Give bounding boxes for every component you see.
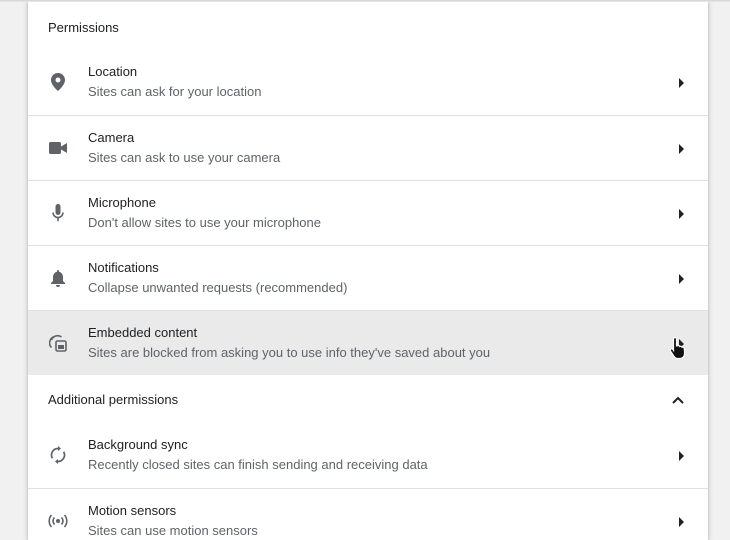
chevron-right-icon: [679, 144, 684, 154]
settings-card: Permissions Location Sites can ask for y…: [28, 0, 708, 540]
permission-row-location[interactable]: Location Sites can ask for your location: [28, 50, 708, 115]
microphone-icon: [48, 203, 68, 223]
permission-row-background-sync[interactable]: Background sync Recently closed sites ca…: [28, 423, 708, 488]
camera-icon: [48, 138, 68, 158]
additional-permissions-heading: Additional permissions: [48, 392, 179, 407]
permission-subtitle: Recently closed sites can finish sending…: [88, 457, 428, 472]
embedded-content-icon: [48, 333, 68, 353]
chevron-right-icon: [679, 274, 684, 284]
permission-row-motion-sensors[interactable]: Motion sensors Sites can use motion sens…: [28, 488, 708, 540]
additional-permissions-toggle[interactable]: Additional permissions: [28, 375, 708, 423]
permission-title: Background sync: [88, 437, 188, 452]
permission-row-microphone[interactable]: Microphone Don't allow sites to use your…: [28, 180, 708, 245]
sensors-icon: [48, 511, 68, 531]
chevron-right-icon: [679, 209, 684, 219]
permission-subtitle: Sites can ask to use your camera: [88, 150, 281, 165]
permission-row-camera[interactable]: Camera Sites can ask to use your camera: [28, 115, 708, 180]
bell-icon: [48, 268, 68, 288]
top-shadow-line: [0, 0, 730, 2]
location-pin-icon: [48, 72, 68, 92]
permission-subtitle: Sites can use motion sensors: [88, 523, 258, 538]
chevron-up-icon[interactable]: [670, 393, 686, 407]
permission-subtitle: Sites are blocked from asking you to use…: [88, 345, 491, 360]
permission-subtitle: Sites can ask for your location: [88, 84, 262, 99]
hand-cursor-icon: [669, 336, 686, 360]
permission-title: Motion sensors: [88, 503, 177, 518]
permission-subtitle: Collapse unwanted requests (recommended): [88, 280, 348, 295]
permission-title: Camera: [88, 130, 135, 145]
permission-row-embedded-content[interactable]: Embedded content Sites are blocked from …: [28, 310, 708, 375]
chevron-right-icon: [679, 78, 684, 88]
permissions-heading: Permissions: [48, 20, 119, 35]
permission-title: Microphone: [88, 195, 156, 210]
sync-icon: [48, 445, 68, 465]
permission-title: Notifications: [88, 260, 159, 275]
permission-title: Embedded content: [88, 325, 198, 340]
permission-subtitle: Don't allow sites to use your microphone: [88, 215, 321, 230]
permission-row-notifications[interactable]: Notifications Collapse unwanted requests…: [28, 245, 708, 310]
permission-title: Location: [88, 64, 138, 79]
chevron-right-icon: [679, 451, 684, 461]
chevron-right-icon: [679, 517, 684, 527]
